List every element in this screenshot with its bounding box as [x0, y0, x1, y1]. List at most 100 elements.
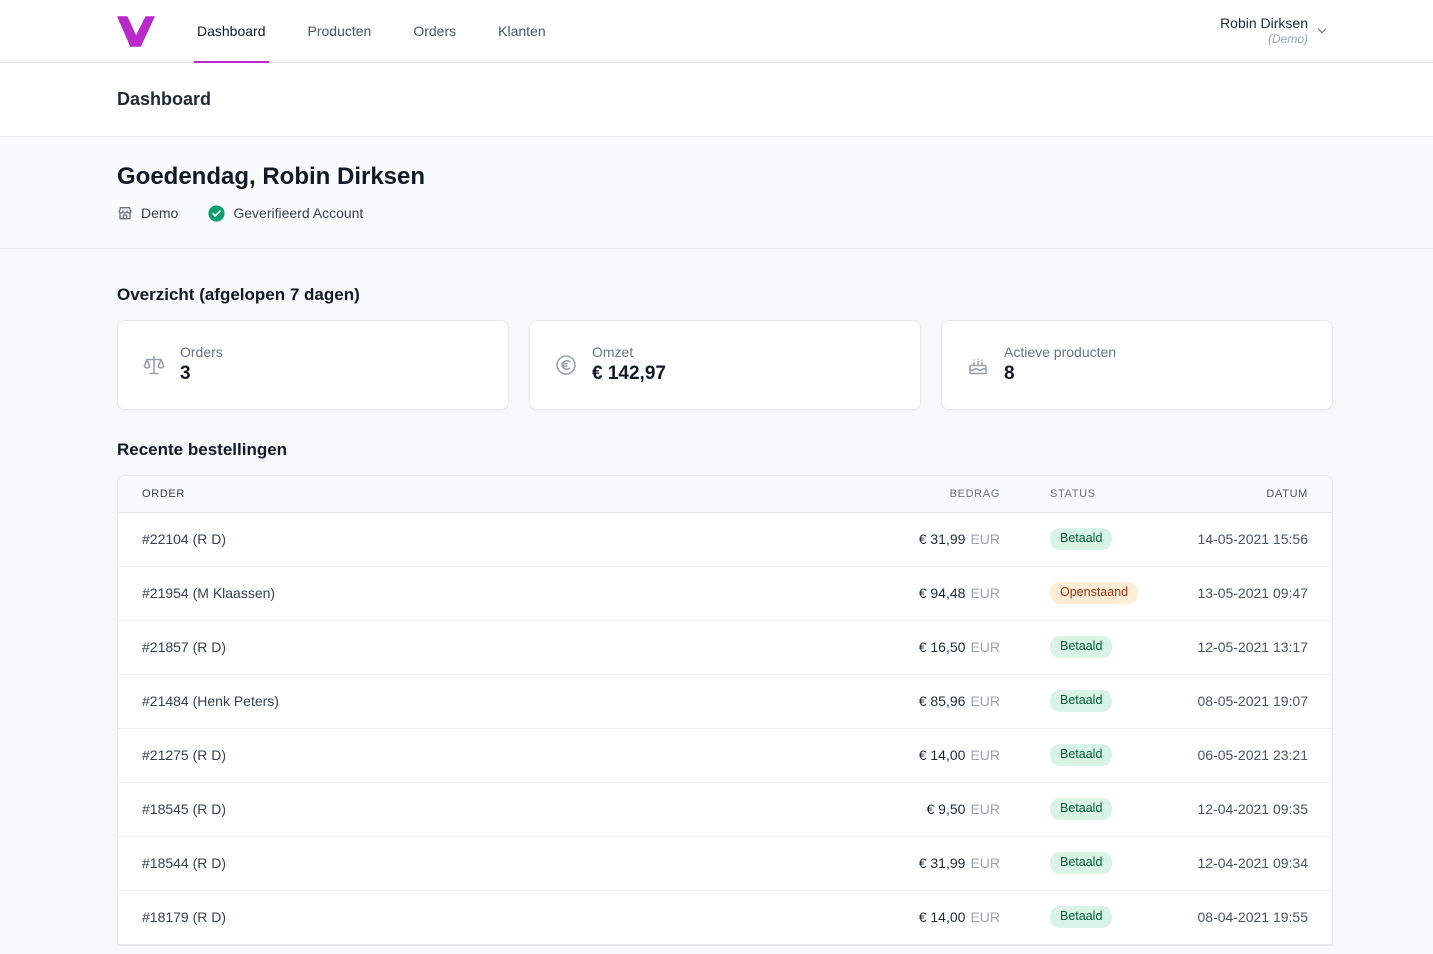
stat-value: 8: [1004, 363, 1015, 385]
cake-icon: [966, 353, 990, 377]
page-title-bar: Dashboard: [0, 63, 1433, 137]
main-content: Overzicht (afgelopen 7 dagen) Orders 3 O…: [0, 249, 1433, 946]
order-amount: € 14,00 EUR: [840, 909, 1000, 925]
order-date: 08-04-2021 19:55: [1197, 909, 1308, 926]
column-header-bedrag: BEDRAG: [949, 487, 1000, 500]
scale-icon: [142, 353, 166, 377]
greeting-section: Goedendag, Robin Dirksen Demo Geverifiee…: [0, 137, 1433, 249]
logo-v-icon: [117, 15, 155, 48]
recent-orders-title: Recente bestellingen: [117, 439, 288, 459]
order-date: 06-05-2021 23:21: [1197, 747, 1308, 764]
status-badge: Betaald: [1050, 636, 1113, 659]
status-badge: Openstaand: [1050, 582, 1139, 605]
status-badge: Betaald: [1050, 906, 1113, 929]
status-badge: Betaald: [1050, 528, 1113, 551]
order-date: 08-05-2021 19:07: [1197, 693, 1308, 710]
order-id: #21275 (R D): [142, 747, 227, 764]
table-row[interactable]: #18545 (R D) € 9,50 EUR Betaald 12-04-202…: [118, 783, 1332, 837]
order-amount-value: € 14,00: [918, 747, 966, 764]
table-row[interactable]: #18179 (R D) € 14,00 EUR Betaald 08-04-20…: [118, 891, 1332, 945]
order-amount: € 14,00 EUR: [840, 747, 1000, 763]
table-row[interactable]: #18544 (R D) € 31,99 EUR Betaald 12-04-20…: [118, 837, 1332, 891]
column-header-status: STATUS: [1050, 487, 1096, 500]
table-header: ORDER BEDRAG STATUS DATUM: [118, 475, 1332, 513]
chevron-down-icon: [1315, 24, 1329, 38]
user-name: Robin Dirksen: [1220, 15, 1308, 32]
column-header-order: ORDER: [142, 487, 186, 500]
stat-label: Actieve producten: [1004, 344, 1117, 361]
order-amount: € 31,99 EUR: [840, 531, 1000, 547]
order-amount: € 31,99 EUR: [840, 855, 1000, 871]
nav-item-orders[interactable]: Orders: [413, 0, 456, 62]
order-amount-value: € 31,99: [918, 855, 966, 872]
page-title: Dashboard: [117, 89, 212, 109]
overview-title: Overzicht (afgelopen 7 dagen): [117, 284, 360, 304]
main-nav: Dashboard Producten Orders Klanten: [194, 0, 588, 63]
order-amount: € 16,50 EUR: [840, 639, 1000, 655]
order-currency: EUR: [970, 693, 1000, 710]
table-row[interactable]: #21954 (M Klaassen) € 94,48 EUR Openstaan…: [118, 567, 1332, 621]
status-badge: Betaald: [1050, 852, 1113, 875]
table-row[interactable]: #21857 (R D) € 16,50 EUR Betaald 12-05-20…: [118, 621, 1332, 675]
nav-item-producten[interactable]: Producten: [308, 0, 372, 62]
order-amount: € 9,50 EUR: [840, 801, 1001, 818]
logo[interactable]: [117, 0, 155, 62]
order-id: #21484 (Henk Peters): [142, 693, 279, 710]
verified-check-icon: [208, 205, 225, 222]
shop-meta: Demo: [117, 205, 178, 221]
recent-orders-table: ORDER BEDRAG STATUS DATUM #22104 (R D) €…: [117, 474, 1333, 946]
order-currency: EUR: [970, 531, 1000, 548]
order-id: #22104 (R D): [142, 531, 227, 548]
order-amount: € 85,96 EUR: [840, 693, 1000, 709]
stat-cards: Orders 3 Omzet € 142,97 Actieve producte…: [117, 319, 1333, 410]
stat-value: 3: [180, 363, 191, 385]
stat-label: Orders: [180, 344, 223, 361]
stat-card-products: Actieve producten 8: [941, 319, 1333, 410]
order-amount-value: € 94,48: [918, 585, 966, 602]
order-date: 12-05-2021 13:17: [1197, 639, 1308, 656]
table-row[interactable]: #21484 (Henk Peters) € 85,96 EUR Betaald …: [118, 675, 1332, 729]
nav-item-klanten[interactable]: Klanten: [498, 0, 545, 62]
order-currency: EUR: [970, 747, 1000, 764]
euro-circle-icon: [554, 353, 578, 377]
order-amount: € 94,48 EUR: [840, 585, 1000, 601]
order-currency: EUR: [970, 585, 1000, 602]
verified-label: Geverifieerd Account: [233, 205, 364, 222]
order-date: 12-04-2021 09:34: [1197, 855, 1308, 872]
order-currency: EUR: [970, 909, 1000, 926]
order-currency: EUR: [970, 855, 1000, 872]
order-date: 12-04-2021 09:35: [1197, 801, 1308, 818]
stat-card-omzet: Omzet € 142,97: [529, 319, 921, 410]
status-badge: Betaald: [1050, 744, 1113, 767]
user-subtitle: (Demo): [1267, 32, 1308, 47]
order-id: #21857 (R D): [142, 639, 227, 656]
table-row[interactable]: #22104 (R D) € 31,99 EUR Betaald 14-05-20…: [118, 513, 1332, 567]
order-currency: EUR: [970, 801, 1000, 818]
order-id: #18545 (R D): [142, 801, 227, 818]
order-id: #18179 (R D): [142, 909, 227, 926]
top-nav: Dashboard Producten Orders Klanten Robin…: [0, 0, 1433, 63]
nav-item-dashboard[interactable]: Dashboard: [194, 0, 268, 63]
order-date: 13-05-2021 09:47: [1197, 585, 1308, 602]
stat-value: € 142,97: [592, 363, 666, 385]
table-row[interactable]: #21275 (R D) € 14,00 EUR Betaald 06-05-20…: [118, 729, 1332, 783]
status-badge: Betaald: [1050, 690, 1113, 713]
stat-label: Omzet: [592, 344, 634, 361]
status-badge: Betaald: [1050, 798, 1113, 821]
order-amount-value: € 85,96: [918, 693, 966, 710]
order-currency: EUR: [970, 639, 1000, 656]
order-amount-value: € 31,99: [918, 531, 966, 548]
orders-table-body: #22104 (R D) € 31,99 EUR Betaald 14-05-20…: [118, 513, 1332, 945]
order-amount-value: € 9,50: [926, 801, 966, 818]
order-id: #18544 (R D): [142, 855, 227, 872]
user-menu[interactable]: Robin Dirksen (Demo): [1220, 0, 1329, 62]
order-date: 14-05-2021 15:56: [1197, 531, 1308, 548]
shop-name: Demo: [141, 205, 179, 222]
verified-meta: Geverifieerd Account: [208, 205, 363, 222]
column-header-datum: DATUM: [1266, 487, 1308, 500]
order-amount-value: € 16,50: [918, 639, 966, 656]
shop-icon: [117, 205, 133, 221]
greeting-title: Goedendag, Robin Dirksen: [117, 163, 426, 190]
order-id: #21954 (M Klaassen): [142, 585, 276, 602]
stat-card-orders: Orders 3: [117, 319, 509, 410]
